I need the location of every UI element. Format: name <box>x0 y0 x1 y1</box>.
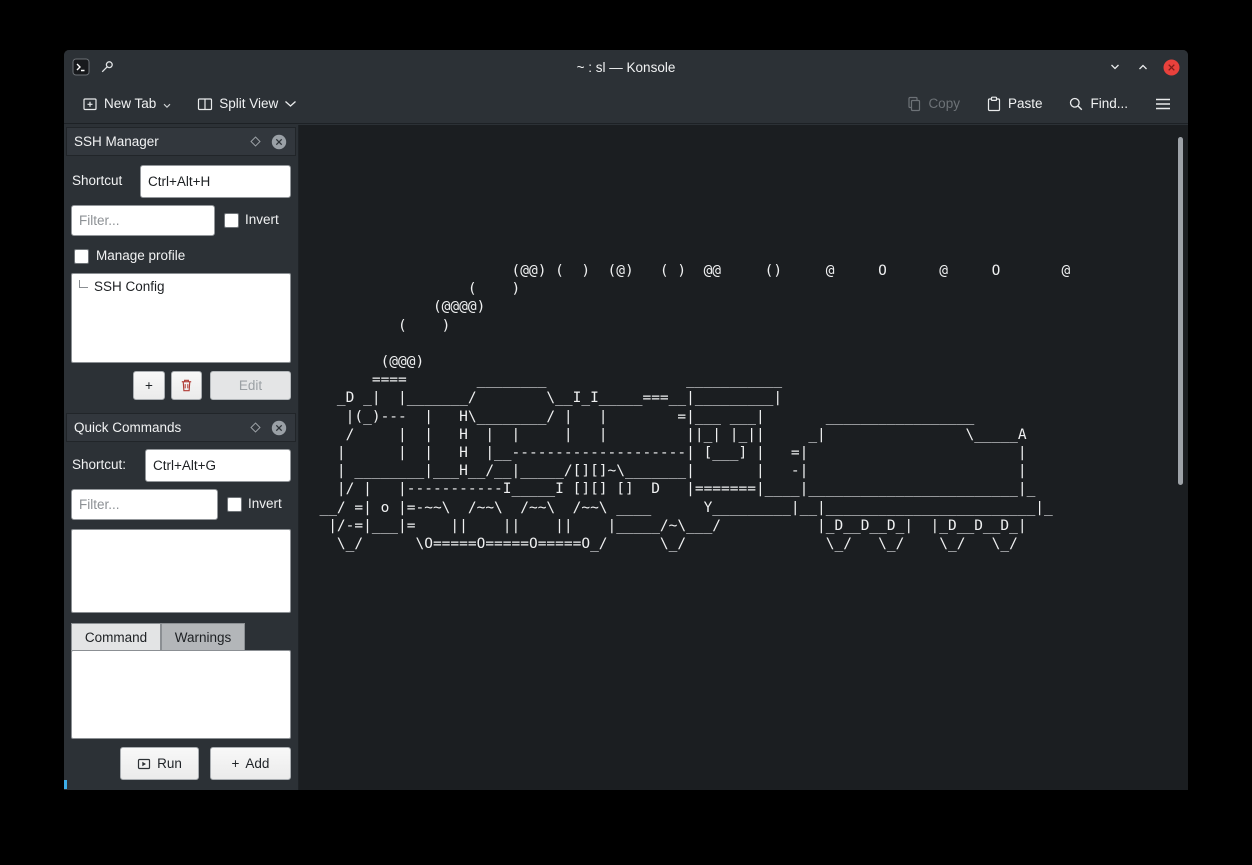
paste-button[interactable]: Paste <box>986 96 1043 112</box>
ssh-manager-title: SSH Manager <box>74 134 159 149</box>
new-tab-icon <box>82 96 98 112</box>
float-panel-button[interactable] <box>246 133 264 151</box>
edit-profile-button[interactable]: Edit <box>210 371 291 400</box>
plus-icon: + <box>145 378 153 393</box>
close-icon <box>271 134 287 150</box>
add-label: Add <box>245 756 269 771</box>
toolbar: New Tab Split View <box>64 84 1188 124</box>
qc-filter-input[interactable] <box>71 489 218 520</box>
terminal-area[interactable]: (@@) ( ) (@) ( ) @@ () @ O @ O @ ( ) (@@… <box>299 125 1188 790</box>
hamburger-menu-button[interactable] <box>1154 97 1172 111</box>
close-button[interactable] <box>1162 58 1180 76</box>
tree-item-ssh-config[interactable]: SSH Config <box>72 274 290 294</box>
run-label: Run <box>157 756 182 771</box>
chevron-down-icon <box>284 100 297 108</box>
split-view-label: Split View <box>219 96 278 111</box>
tab-command[interactable]: Command <box>71 623 161 651</box>
new-tab-label: New Tab <box>104 96 156 111</box>
close-icon <box>1163 59 1180 76</box>
add-profile-button[interactable]: + <box>133 371 165 400</box>
konsole-window: ~ : sl — Konsole <box>64 50 1188 790</box>
float-icon <box>249 135 262 148</box>
invert-label: Invert <box>248 496 282 511</box>
split-view-icon <box>197 96 213 112</box>
konsole-app-icon[interactable] <box>72 58 90 76</box>
float-icon <box>249 421 262 434</box>
float-panel-button[interactable] <box>246 419 264 437</box>
tab-warnings[interactable]: Warnings <box>161 623 245 651</box>
plus-icon: + <box>232 756 240 771</box>
run-icon <box>137 757 151 771</box>
manage-profile-checkbox[interactable] <box>74 249 89 264</box>
menu-arrow-icon <box>163 103 171 109</box>
window-content: SSH Manager Sho <box>64 125 1188 790</box>
close-icon <box>271 420 287 436</box>
command-editor[interactable] <box>71 650 291 739</box>
paste-label: Paste <box>1008 96 1043 111</box>
focus-indicator <box>64 780 67 789</box>
copy-button[interactable]: Copy <box>906 96 960 112</box>
chevron-up-icon <box>1136 60 1150 74</box>
search-icon <box>1068 96 1084 112</box>
copy-icon <box>906 96 922 112</box>
quick-commands-panel-header: Quick Commands <box>66 413 296 442</box>
ssh-shortcut-input[interactable] <box>140 165 291 198</box>
paste-icon <box>986 96 1002 112</box>
manage-profile-label: Manage profile <box>96 248 185 263</box>
invert-checkbox[interactable] <box>227 497 242 512</box>
hamburger-icon <box>1154 97 1172 111</box>
ssh-profile-list[interactable]: SSH Config <box>71 273 291 363</box>
titlebar[interactable]: ~ : sl — Konsole <box>64 50 1188 84</box>
chevron-down-icon <box>1108 60 1122 74</box>
run-button[interactable]: Run <box>120 747 199 780</box>
tree-branch-icon <box>79 280 88 288</box>
close-panel-button[interactable] <box>270 133 288 151</box>
terminal-scrollbar[interactable] <box>1178 137 1183 485</box>
quick-commands-title: Quick Commands <box>74 420 181 435</box>
trash-icon <box>179 378 194 393</box>
desktop-background: ~ : sl — Konsole <box>0 0 1252 865</box>
shortcut-label: Shortcut: <box>72 457 126 472</box>
ssh-filter-input[interactable] <box>71 205 215 236</box>
find-label: Find... <box>1090 96 1128 111</box>
invert-checkbox[interactable] <box>224 213 239 228</box>
new-tab-button[interactable]: New Tab <box>82 96 171 112</box>
ssh-manager-panel-header: SSH Manager <box>66 127 296 156</box>
terminal-output: (@@) ( ) (@) ( ) @@ () @ O @ O @ ( ) (@@… <box>302 262 1070 553</box>
delete-profile-button[interactable] <box>171 371 202 400</box>
tree-item-label: SSH Config <box>94 279 165 294</box>
sidebar: SSH Manager Sho <box>64 125 299 790</box>
qc-shortcut-input[interactable] <box>145 449 291 482</box>
invert-label: Invert <box>245 212 279 227</box>
shortcut-label: Shortcut <box>72 173 122 188</box>
maximize-button[interactable] <box>1134 58 1152 76</box>
window-title: ~ : sl — Konsole <box>64 60 1188 75</box>
close-panel-button[interactable] <box>270 419 288 437</box>
minimize-button[interactable] <box>1106 58 1124 76</box>
copy-label: Copy <box>928 96 960 111</box>
pin-icon[interactable] <box>99 59 115 75</box>
add-command-button[interactable]: + Add <box>210 747 291 780</box>
find-button[interactable]: Find... <box>1068 96 1128 112</box>
quick-commands-list[interactable] <box>71 529 291 613</box>
split-view-button[interactable]: Split View <box>197 96 297 112</box>
